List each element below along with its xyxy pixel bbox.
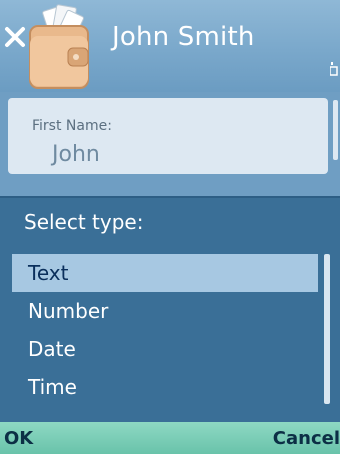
first-name-field[interactable]: First Name: John: [8, 98, 328, 174]
list-item-number[interactable]: Number: [12, 292, 318, 330]
type-list: Text Number Date Time: [12, 254, 318, 414]
window-title: John Smith: [112, 22, 255, 52]
softkey-bar: OK Cancel: [0, 422, 340, 454]
field-value: John: [52, 142, 100, 167]
list-item-time[interactable]: Time: [12, 368, 318, 406]
contact-form: First Name: John: [0, 92, 340, 196]
list-item-text[interactable]: Text: [12, 254, 318, 292]
close-icon[interactable]: [4, 26, 26, 48]
title-bar: John Smith: [0, 0, 340, 92]
field-label: First Name:: [32, 118, 112, 134]
form-scrollbar[interactable]: [333, 100, 338, 160]
ok-softkey[interactable]: OK: [4, 428, 33, 449]
wallet-icon: [29, 4, 89, 89]
cancel-softkey[interactable]: Cancel: [273, 428, 340, 449]
select-type-popup: Select type: Text Number Date Time: [0, 196, 340, 424]
list-scrollbar[interactable]: [324, 254, 330, 404]
popup-title: Select type:: [24, 210, 144, 234]
signal-indicator-icon: [330, 62, 338, 76]
list-item-date[interactable]: Date: [12, 330, 318, 368]
